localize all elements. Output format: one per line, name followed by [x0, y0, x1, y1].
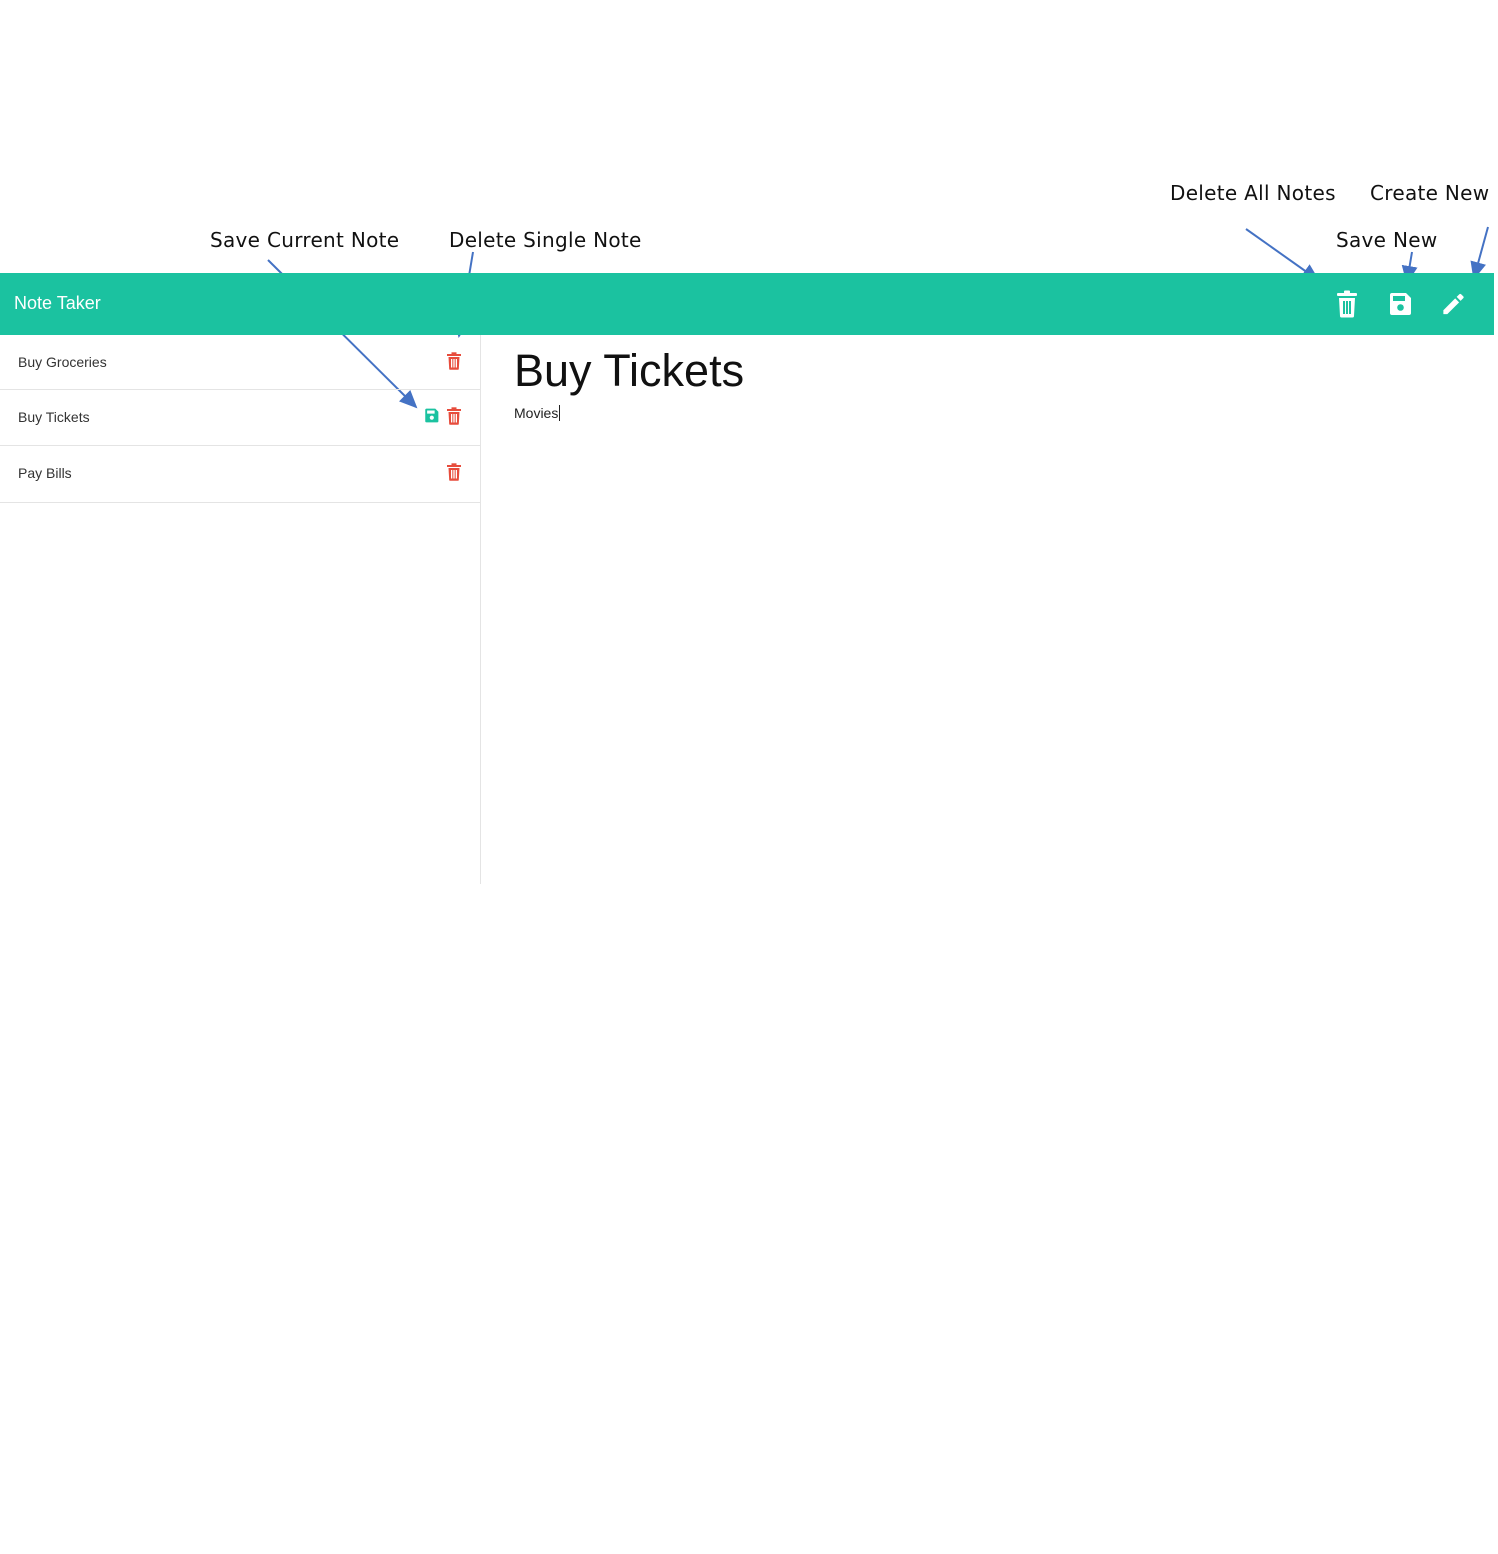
note-list-item[interactable]: Buy Groceries — [0, 335, 480, 390]
arrow-create-new — [1470, 226, 1489, 280]
save-current-note-icon[interactable] — [424, 408, 439, 423]
annotation-save-current-note: Save Current Note — [210, 228, 400, 252]
annotation-save-new: Save New — [1336, 228, 1438, 252]
delete-note-trash-icon[interactable] — [446, 463, 462, 481]
create-new-pencil-icon[interactable] — [1440, 290, 1467, 318]
annotation-create-new: Create New — [1370, 181, 1490, 205]
delete-all-trash-icon[interactable] — [1335, 290, 1359, 318]
annotation-delete-all-notes: Delete All Notes — [1170, 181, 1336, 205]
save-new-icon[interactable] — [1388, 290, 1412, 318]
text-caret — [559, 405, 561, 421]
note-title-input[interactable]: Buy Tickets — [514, 345, 1414, 397]
note-title: Buy Groceries — [18, 354, 107, 370]
delete-note-trash-icon[interactable] — [446, 407, 462, 425]
note-body-text: Movies — [514, 405, 559, 421]
delete-note-trash-icon[interactable] — [446, 352, 462, 370]
note-list-item-active[interactable]: Buy Tickets — [0, 390, 480, 446]
note-editor: Buy Tickets Movies — [514, 335, 1474, 895]
note-text-area[interactable]: Movies — [514, 405, 561, 421]
note-list-item[interactable]: Pay Bills — [0, 446, 480, 503]
note-title: Pay Bills — [18, 465, 72, 481]
notes-sidebar: Buy Groceries Buy Tickets Pay Bills — [0, 335, 481, 884]
brand-title[interactable]: Note Taker — [14, 293, 101, 314]
navbar: Note Taker — [0, 273, 1494, 335]
note-title: Buy Tickets — [18, 409, 90, 425]
annotation-delete-single-note: Delete Single Note — [449, 228, 642, 252]
